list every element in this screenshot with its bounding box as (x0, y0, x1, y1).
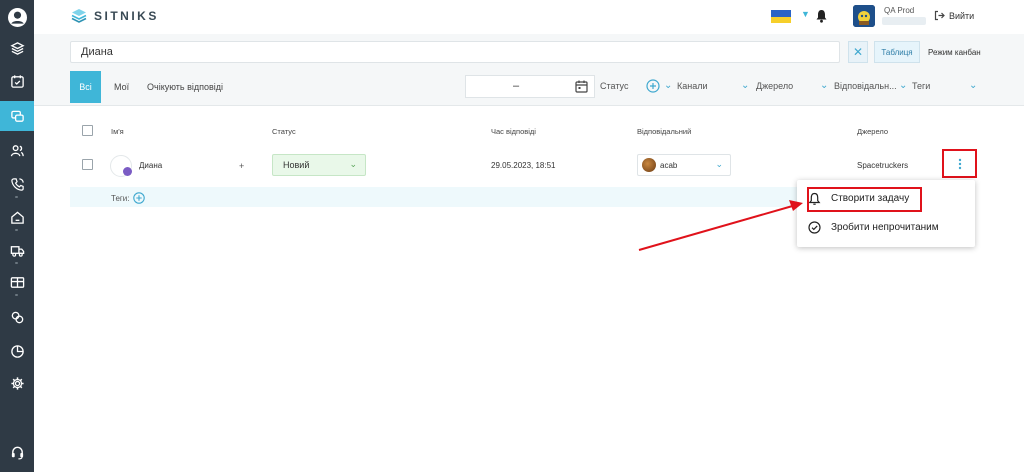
column-header-source[interactable]: Джерело (857, 127, 888, 136)
sidebar-item-analytics[interactable] (0, 336, 34, 366)
sidebar-item-layers[interactable] (0, 33, 34, 63)
logout-icon (934, 10, 945, 21)
sidebar-item-settings[interactable] (0, 368, 34, 398)
contact-name[interactable]: Диана (139, 161, 162, 170)
sidebar-item-home[interactable] (0, 202, 34, 232)
source-chevron-down-icon[interactable]: ⌄ (741, 80, 749, 91)
sidebar-item-support[interactable] (0, 437, 34, 467)
viber-channel-icon (123, 167, 132, 176)
row-more-actions-button[interactable] (942, 149, 977, 178)
check-circle-icon (808, 221, 821, 234)
logo-icon (71, 9, 87, 23)
sidebar-profile[interactable] (0, 2, 34, 32)
filter-responsible[interactable]: Відповідальн... (834, 81, 897, 91)
sidebar-item-delivery[interactable] (0, 235, 34, 265)
responsible-select[interactable]: acab ⌄ (637, 154, 731, 176)
home-icon (10, 210, 24, 224)
language-chevron-down-icon[interactable]: ▼ (801, 9, 810, 19)
users-icon (10, 144, 24, 156)
source-value: Spacetruckers (857, 161, 909, 170)
user-subtitle-redacted (882, 17, 926, 25)
reply-time-value: 29.05.2023, 18:51 (491, 161, 556, 170)
status-select[interactable]: Новий ⌄ (272, 154, 366, 176)
status-chevron-down-icon: ⌄ (349, 159, 357, 169)
column-header-status[interactable]: Статус (272, 127, 296, 136)
tab-waiting-reply[interactable]: Очікують відповіді (147, 71, 223, 103)
sidebar-item-calendar[interactable] (0, 66, 34, 96)
sidebar-separator-dot (15, 294, 18, 296)
calendar-icon (10, 74, 24, 88)
search-toolbar: Диана ✕ Таблиця Режим канбан (34, 34, 1024, 70)
more-vertical-icon (958, 158, 961, 169)
sidebar-separator-dot (15, 262, 18, 264)
sidebar-item-calls[interactable] (0, 169, 34, 199)
tab-all[interactable]: Всі (70, 71, 101, 103)
tags-chevron-down-icon[interactable]: ⌄ (899, 80, 907, 91)
pie-chart-icon (10, 344, 24, 358)
filter-source[interactable]: Джерело (756, 81, 793, 91)
user-avatar[interactable] (853, 5, 875, 27)
channels-chevron-down-icon[interactable]: ⌄ (664, 80, 672, 91)
headset-icon (11, 446, 23, 459)
brand-logo[interactable]: SITNIKS (70, 7, 159, 25)
sidebar (0, 0, 34, 472)
sidebar-separator-dot (15, 229, 18, 231)
responsible-chevron-down-icon[interactable]: ⌄ (820, 80, 828, 91)
notifications-bell-icon[interactable] (815, 9, 828, 28)
phone-icon (10, 177, 24, 191)
status-value: Новий (283, 160, 310, 170)
filter-tags[interactable]: Теги (912, 81, 930, 91)
search-input[interactable]: Диана (70, 41, 840, 63)
filter-status-label[interactable]: Статус (600, 81, 628, 91)
responsible-name: acab (660, 161, 678, 170)
add-tag-plus-icon[interactable] (133, 192, 145, 204)
filter-toolbar: Всі Мої Очікують відповіді – Статус ⌄ Ка… (34, 70, 1024, 106)
sidebar-item-contacts[interactable] (0, 135, 34, 165)
column-header-responsible[interactable]: Відповідальний (637, 127, 691, 136)
sidebar-separator-dot (15, 196, 18, 198)
add-filter-plus-icon[interactable] (646, 79, 660, 93)
column-header-reply-time[interactable]: Час відповіді (491, 127, 536, 136)
more-filters-chevron-down-icon[interactable]: ⌄ (969, 80, 977, 91)
chat-icon (10, 110, 24, 122)
sidebar-item-chats[interactable] (0, 101, 34, 131)
logout-button[interactable]: Вийти (934, 10, 974, 21)
logout-label: Вийти (949, 10, 975, 21)
truck-icon (10, 245, 24, 257)
filter-channels[interactable]: Канали (677, 81, 708, 91)
date-range-picker[interactable]: – (465, 75, 595, 98)
kanban-view-button[interactable]: Режим канбан (928, 41, 981, 63)
integrations-icon (11, 311, 23, 323)
top-header: SITNIKS ▼ QA Prod Вийти (34, 0, 1024, 34)
date-range-value: – (513, 80, 520, 92)
tab-mine[interactable]: Мої (114, 71, 129, 103)
responsible-chevron-down-icon: ⌄ (715, 159, 723, 169)
responsible-avatar (642, 158, 656, 172)
sidebar-item-finance[interactable] (0, 267, 34, 297)
contact-avatar (110, 155, 132, 177)
app-root: SITNIKS ▼ QA Prod Вийти Диана ✕ Таблиця … (0, 0, 1024, 472)
sidebar-item-integrations[interactable] (0, 302, 34, 332)
wallet-icon (10, 276, 24, 288)
tags-label: Теги: (111, 194, 130, 203)
select-all-checkbox[interactable] (82, 125, 93, 136)
menu-item-mark-unread[interactable]: Зробити непрочитаним (797, 214, 975, 242)
annotation-highlight-box (807, 187, 922, 212)
column-header-name[interactable]: Ім'я (111, 127, 124, 136)
menu-item-mark-unread-label: Зробити непрочитаним (831, 222, 939, 233)
user-name: QA Prod (884, 6, 915, 15)
row-checkbox[interactable] (82, 159, 93, 170)
gear-icon (10, 376, 24, 390)
layers-icon (9, 41, 25, 55)
add-contact-plus[interactable]: + (239, 161, 244, 171)
clear-search-button[interactable]: ✕ (848, 41, 868, 63)
brand-name: SITNIKS (94, 9, 159, 23)
language-flag-icon[interactable] (771, 10, 791, 23)
calendar-icon[interactable] (575, 80, 588, 93)
table-view-button[interactable]: Таблиця (874, 41, 920, 63)
user-avatar-icon (7, 7, 27, 27)
